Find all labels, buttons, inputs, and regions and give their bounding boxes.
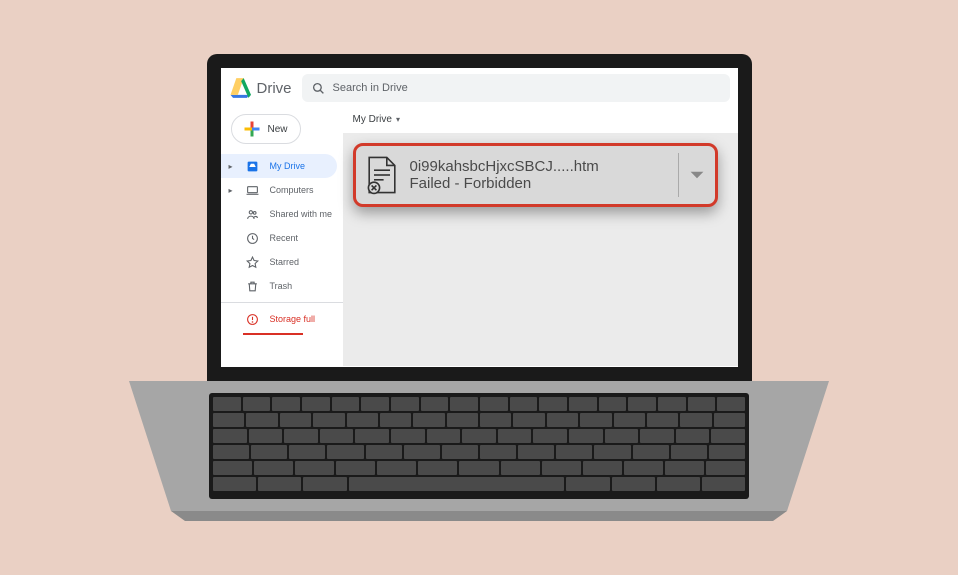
content-area: 0i99kahsbcHjxcSBCJ.....htm Failed - Forb… (343, 133, 738, 366)
toast-filename: 0i99kahsbcHjxcSBCJ.....htm (410, 158, 668, 175)
sidebar-item-label: Computers (270, 185, 314, 195)
keyboard (209, 393, 749, 499)
divider (221, 302, 343, 303)
sidebar-item-label: My Drive (270, 161, 306, 171)
search-placeholder: Search in Drive (333, 82, 408, 94)
sidebar-item-trash[interactable]: Trash (221, 274, 343, 298)
sidebar-item-label: Starred (270, 257, 300, 267)
drive-header: Drive Search in Drive (221, 68, 738, 108)
sidebar-item-label: Recent (270, 233, 299, 243)
new-button[interactable]: New (231, 114, 301, 144)
sidebar-item-recent[interactable]: Recent (221, 226, 343, 250)
sidebar-item-label: Trash (270, 281, 293, 291)
drive-icon (246, 159, 260, 173)
sidebar-item-label: Shared with me (270, 209, 333, 219)
main-pane: My Drive ▾ (343, 108, 738, 367)
chevron-down-icon: ▾ (396, 115, 400, 124)
toast-status: Failed - Forbidden (410, 175, 668, 192)
drive-logo-icon (229, 78, 251, 98)
laptop-base (129, 381, 829, 511)
breadcrumb-label: My Drive (353, 114, 392, 125)
sidebar-item-shared[interactable]: Shared with me (221, 202, 343, 226)
sidebar-item-starred[interactable]: Starred (221, 250, 343, 274)
search-icon (312, 82, 325, 95)
people-icon (246, 207, 260, 221)
sidebar-item-computers[interactable]: ▸ Computers (221, 178, 343, 202)
chevron-right-icon: ▸ (229, 162, 236, 171)
file-error-icon (366, 155, 398, 195)
toast-text: 0i99kahsbcHjxcSBCJ.....htm Failed - Forb… (410, 158, 668, 192)
search-bar[interactable]: Search in Drive (302, 74, 730, 102)
star-icon (246, 255, 260, 269)
drive-logo-text: Drive (257, 80, 292, 97)
clock-icon (246, 231, 260, 245)
nav-list: ▸ My Drive ▸ Computers (221, 154, 343, 298)
sidebar: New ▸ My Drive ▸ (221, 108, 343, 367)
drive-body: New ▸ My Drive ▸ (221, 108, 738, 367)
download-toast: 0i99kahsbcHjxcSBCJ.....htm Failed - Forb… (353, 143, 718, 207)
trash-icon (246, 279, 260, 293)
laptop-base-edge (129, 511, 829, 521)
new-button-label: New (267, 124, 287, 135)
breadcrumb[interactable]: My Drive ▾ (343, 108, 738, 133)
sidebar-item-my-drive[interactable]: ▸ My Drive (221, 154, 337, 178)
storage-label: Storage full (270, 314, 316, 324)
plus-icon (243, 120, 261, 138)
computers-icon (246, 183, 260, 197)
chevron-down-icon[interactable] (689, 169, 705, 181)
drive-logo[interactable]: Drive (229, 78, 292, 98)
storage-bar (243, 333, 303, 335)
sidebar-item-storage[interactable]: Storage full (221, 307, 343, 331)
screen-bezel: Drive Search in Drive (207, 54, 752, 381)
toast-divider (678, 153, 679, 197)
screen: Drive Search in Drive (221, 68, 738, 367)
laptop-illustration: Drive Search in Drive (129, 54, 829, 521)
chevron-right-icon: ▸ (229, 186, 236, 195)
alert-icon (246, 312, 260, 326)
